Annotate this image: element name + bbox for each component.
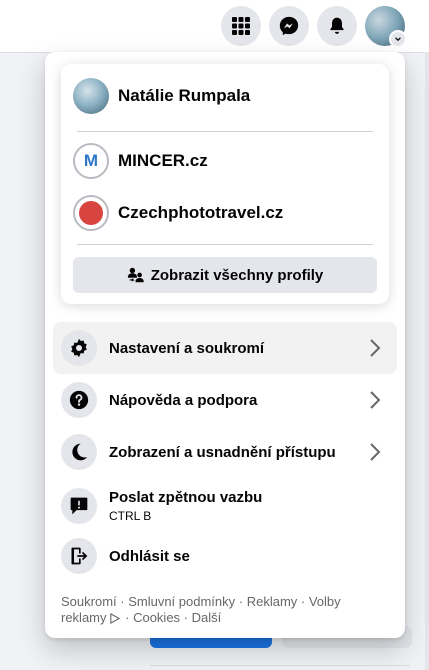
czechphototravel-logo xyxy=(79,201,103,225)
bell-icon xyxy=(330,17,344,34)
page-scrollbar[interactable] xyxy=(425,52,429,670)
profile-name: Natálie Rumpala xyxy=(118,86,251,105)
avatar xyxy=(73,78,109,114)
menu-footer: Soukromí · Smluvní podmínky · Reklamy · … xyxy=(61,594,381,628)
profile-row-user[interactable]: Natálie Rumpala xyxy=(73,74,377,118)
footer-link-privacy[interactable]: Soukromí xyxy=(61,594,117,609)
gear-icon xyxy=(61,330,97,366)
footer-separator: · xyxy=(180,610,192,625)
top-navigation-bar xyxy=(0,0,429,53)
footer-separator: · xyxy=(235,594,247,609)
messenger-icon xyxy=(279,16,299,36)
menu-item-settings-privacy[interactable]: Nastavení a soukromí xyxy=(53,322,397,374)
background-divider xyxy=(150,665,410,666)
profile-name: MINCER.cz xyxy=(118,151,208,170)
profile-row-mincer[interactable]: M MINCER.cz xyxy=(73,139,377,183)
moon-icon xyxy=(61,434,97,470)
divider xyxy=(77,244,373,245)
menu-item-label: Zobrazení a usnadnění přístupu xyxy=(109,443,336,461)
feedback-icon xyxy=(61,488,97,524)
see-all-profiles-label: Zobrazit všechny profily xyxy=(150,266,324,284)
footer-link-ads[interactable]: Reklamy xyxy=(247,594,298,609)
keyboard-shortcut: CTRL B xyxy=(109,509,152,523)
account-menu: Natálie Rumpala M MINCER.cz Czechphototr… xyxy=(45,52,405,638)
menu-item-help-support[interactable]: Nápověda a podpora xyxy=(53,374,397,426)
switch-profiles-icon xyxy=(127,266,145,284)
profiles-card: Natálie Rumpala M MINCER.cz Czechphototr… xyxy=(61,64,389,304)
chevron-right-icon xyxy=(370,443,381,461)
menu-grid-button[interactable] xyxy=(221,6,261,46)
see-all-profiles-button[interactable]: Zobrazit všechny profily xyxy=(73,257,377,293)
profile-row-czechphototravel[interactable]: Czechphototravel.cz xyxy=(73,191,377,235)
footer-link-cookies[interactable]: Cookies xyxy=(133,610,180,625)
logout-icon xyxy=(61,538,97,574)
menu-item-label: Nastavení a soukromí xyxy=(109,339,265,357)
menu-item-display-accessibility[interactable]: Zobrazení a usnadnění přístupu xyxy=(53,426,397,478)
grid-icon xyxy=(232,17,250,35)
menu-item-label: Nápověda a podpora xyxy=(109,391,258,409)
footer-separator: · xyxy=(121,610,134,625)
footer-separator: · xyxy=(297,594,309,609)
page-avatar-mincer: M xyxy=(73,143,109,179)
divider xyxy=(77,131,373,132)
account-avatar-button[interactable] xyxy=(365,6,407,48)
messenger-button[interactable] xyxy=(269,6,309,46)
profile-name: Czechphototravel.cz xyxy=(118,203,284,222)
question-icon xyxy=(61,382,97,418)
menu-item-give-feedback[interactable]: Poslat zpětnou vazbu CTRL B xyxy=(53,478,397,534)
notifications-button[interactable] xyxy=(317,6,357,46)
chevron-right-icon xyxy=(370,339,381,357)
footer-link-terms[interactable]: Smluvní podmínky xyxy=(128,594,235,609)
menu-item-label: Odhlásit se xyxy=(109,547,190,565)
footer-separator: · xyxy=(116,594,129,609)
footer-link-more[interactable]: Další xyxy=(192,610,222,625)
page-avatar-czechphototravel xyxy=(73,195,109,231)
ad-choices-icon xyxy=(109,612,120,628)
mincer-logo-letter: M xyxy=(83,151,99,170)
menu-item-log-out[interactable]: Odhlásit se xyxy=(53,530,397,582)
chevron-down-icon xyxy=(389,30,407,48)
menu-item-label: Poslat zpětnou vazbu xyxy=(109,489,263,506)
chevron-right-icon xyxy=(370,391,381,409)
